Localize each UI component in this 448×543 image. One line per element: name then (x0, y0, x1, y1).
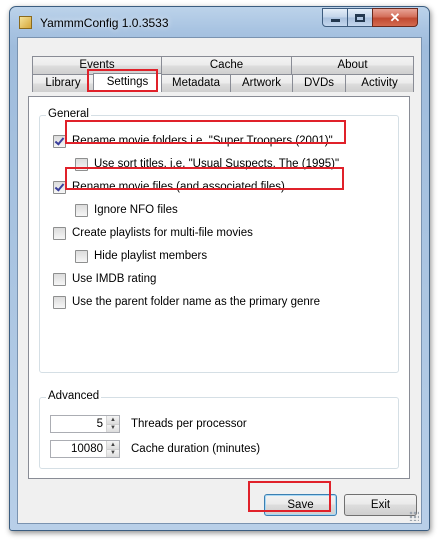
maximize-icon (355, 13, 365, 22)
tab-label: Metadata (172, 77, 220, 89)
app-icon (19, 16, 32, 29)
checkmark-icon (54, 180, 65, 192)
checkbox[interactable] (75, 249, 88, 263)
rename-folders-option[interactable]: Rename movie folders i.e. "Super Trooper… (53, 133, 333, 149)
hide-playlist-members-option[interactable]: Hide playlist members (75, 248, 207, 264)
option-label: Rename movie folders i.e. "Super Trooper… (72, 135, 333, 147)
stepper-up-icon[interactable]: ▲ (107, 441, 119, 450)
close-icon: ✕ (389, 9, 401, 25)
tab-label: Cache (209, 59, 244, 71)
tab-events[interactable]: Events (32, 56, 162, 74)
checkbox[interactable] (53, 295, 66, 309)
general-group-title: General (46, 108, 91, 120)
option-label: Use the parent folder name as the primar… (72, 296, 321, 308)
checkmark-icon (54, 134, 65, 146)
window-title: YammmConfig 1.0.3533 (40, 16, 169, 30)
general-groupbox: General Rename movie folders i.e. "Super… (39, 108, 399, 373)
exit-button[interactable]: Exit (344, 494, 417, 516)
checkbox[interactable] (53, 180, 66, 194)
option-label: Use IMDB rating (72, 273, 157, 285)
tab-label: Artwork (242, 77, 281, 89)
threads-label: Threads per processor (131, 418, 247, 430)
minimize-icon (330, 19, 340, 22)
resize-grip[interactable] (409, 511, 419, 521)
threads-value[interactable]: 5 (51, 416, 106, 432)
stepper-arrows: ▲ ▼ (106, 441, 119, 457)
config-window: YammmConfig 1.0.3533 ✕ Events Cache Abou… (9, 6, 430, 531)
stepper-down-icon[interactable]: ▼ (107, 449, 119, 457)
checkbox[interactable] (53, 272, 66, 286)
cache-duration-value[interactable]: 10080 (51, 441, 106, 457)
tab-cache[interactable]: Cache (161, 56, 292, 74)
cache-duration-stepper[interactable]: 10080 ▲ ▼ (50, 440, 120, 458)
use-imdb-rating-option[interactable]: Use IMDB rating (53, 271, 156, 287)
cache-duration-row: 10080 ▲ ▼ Cache duration (minutes) (50, 440, 260, 458)
option-label: Ignore NFO files (94, 204, 178, 216)
tab-dvds[interactable]: DVDs (292, 74, 346, 92)
tab-metadata[interactable]: Metadata (161, 74, 231, 92)
advanced-groupbox: Advanced 5 ▲ ▼ Threads per processor 100… (39, 390, 399, 469)
tab-label: Events (79, 59, 115, 71)
title-bar[interactable]: YammmConfig 1.0.3533 ✕ (10, 7, 429, 37)
save-button[interactable]: Save (264, 494, 337, 516)
tab-label: DVDs (303, 77, 335, 89)
ignore-nfo-option[interactable]: Ignore NFO files (75, 202, 178, 218)
exit-button-label: Exit (370, 499, 391, 511)
create-playlists-option[interactable]: Create playlists for multi-file movies (53, 225, 253, 241)
tab-activity[interactable]: Activity (345, 74, 414, 92)
threads-stepper[interactable]: 5 ▲ ▼ (50, 415, 120, 433)
use-sort-titles-option[interactable]: Use sort titles, i.e. "Usual Suspects, T… (75, 156, 339, 172)
checkbox[interactable] (75, 203, 88, 217)
option-label: Hide playlist members (94, 250, 208, 262)
checkbox[interactable] (53, 226, 66, 240)
checkbox[interactable] (75, 157, 88, 171)
checkbox[interactable] (53, 134, 66, 148)
tab-label: Settings (106, 76, 149, 88)
tab-about[interactable]: About (291, 56, 414, 74)
tab-settings[interactable]: Settings (93, 73, 162, 92)
tab-library[interactable]: Library (32, 74, 94, 92)
cache-duration-label: Cache duration (minutes) (131, 443, 261, 455)
stepper-up-icon[interactable]: ▲ (107, 416, 119, 425)
client-area: Events Cache About Library Settings Meta… (17, 37, 422, 524)
tab-artwork[interactable]: Artwork (230, 74, 293, 92)
stepper-down-icon[interactable]: ▼ (107, 424, 119, 432)
close-button[interactable]: ✕ (372, 8, 418, 27)
option-label: Create playlists for multi-file movies (72, 227, 253, 239)
parent-folder-genre-option[interactable]: Use the parent folder name as the primar… (53, 294, 320, 310)
threads-per-processor-row: 5 ▲ ▼ Threads per processor (50, 415, 247, 433)
tab-label: Activity (361, 77, 398, 89)
maximize-button[interactable] (347, 8, 373, 27)
option-label: Use sort titles, i.e. "Usual Suspects, T… (94, 158, 340, 170)
stepper-arrows: ▲ ▼ (106, 416, 119, 432)
tab-label: Library (45, 77, 81, 89)
tab-label: About (337, 59, 368, 71)
settings-tab-panel: General Rename movie folders i.e. "Super… (28, 96, 410, 479)
save-button-label: Save (287, 499, 314, 511)
option-label: Rename movie files (and associated files… (72, 181, 285, 193)
advanced-group-title: Advanced (46, 390, 102, 402)
rename-files-option[interactable]: Rename movie files (and associated files… (53, 179, 285, 195)
minimize-button[interactable] (322, 8, 348, 27)
